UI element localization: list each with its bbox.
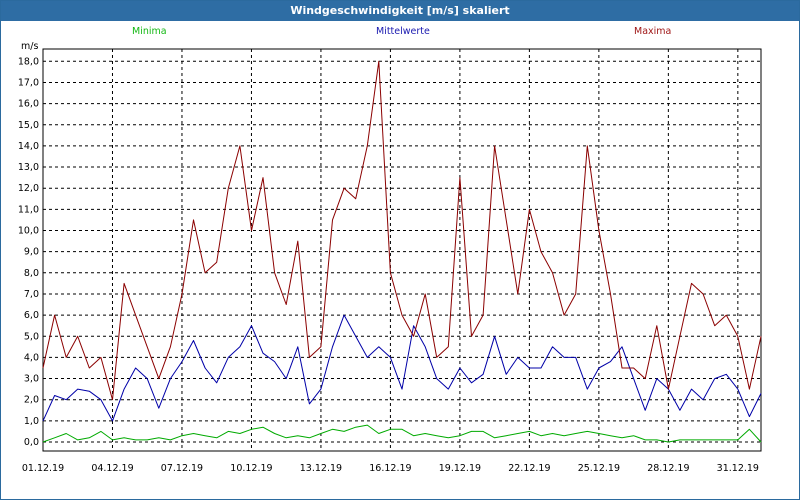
y-tick-label: 10,0: [18, 226, 39, 237]
x-tick-label: 25.12.19: [578, 463, 620, 474]
y-tick-label: 4,0: [24, 352, 39, 363]
y-tick-label: 6,0: [24, 310, 39, 321]
y-tick-label: 14,0: [18, 141, 39, 152]
x-tick-label: 22.12.19: [508, 463, 550, 474]
x-tick-label: 07.12.19: [161, 463, 203, 474]
x-tick-label: 16.12.19: [369, 463, 411, 474]
y-tick-label: 17,0: [18, 77, 39, 88]
y-tick-label: 11,0: [18, 204, 39, 215]
y-tick-label: 7,0: [24, 289, 39, 300]
x-tick-label: 28.12.19: [647, 463, 689, 474]
y-tick-label: 1,0: [24, 416, 39, 427]
y-tick-label: 5,0: [24, 331, 39, 342]
y-tick-label: 3,0: [24, 374, 39, 385]
x-tick-label: 01.12.19: [22, 463, 64, 474]
y-tick-label: 8,0: [24, 268, 39, 279]
plot-frame: [42, 48, 762, 452]
wind-speed-chart: 0,0 1,0 2,0 3,0 4,0 5,0 6,0 7,0 8,0 9,0 10,0 11,0 12…: [18, 48, 762, 474]
y-tick-label: 2,0: [24, 395, 39, 406]
y-tick-label: 18,0: [18, 56, 39, 67]
x-tick-label: 13.12.19: [300, 463, 342, 474]
x-tick-label: 10.12.19: [230, 463, 272, 474]
y-tick-label: 12,0: [18, 183, 39, 194]
x-tick-label: 04.12.19: [91, 463, 133, 474]
x-tick-label: 19.12.19: [439, 463, 481, 474]
x-tick-label: 31.12.19: [717, 463, 759, 474]
y-tick-label: 0,0: [24, 437, 39, 448]
chart-window: Windgeschwindigkeit [m/s] skaliert Minim…: [0, 0, 800, 500]
y-tick-label: 9,0: [24, 247, 39, 258]
y-tick-label: 15,0: [18, 120, 39, 131]
y-tick-label: 13,0: [18, 162, 39, 173]
y-tick-label: 16,0: [18, 99, 39, 110]
